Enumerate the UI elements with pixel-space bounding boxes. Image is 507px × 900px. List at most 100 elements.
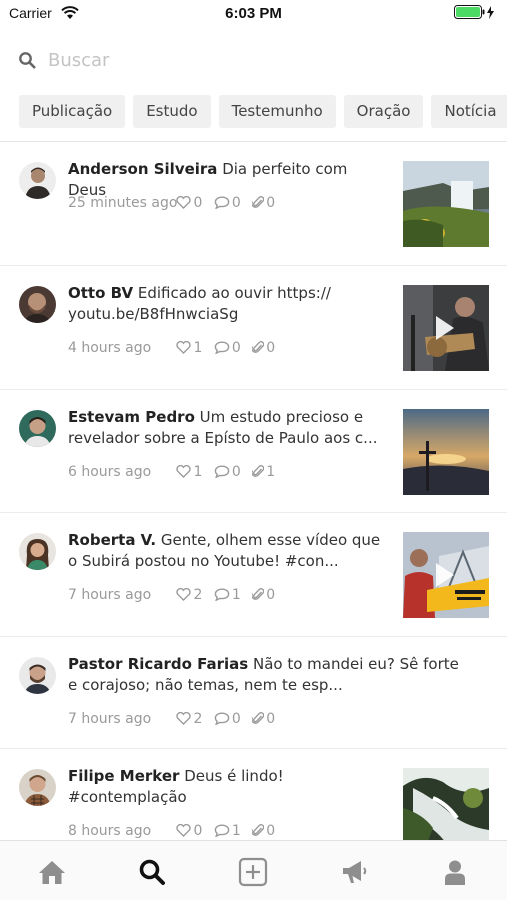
like-button[interactable]: 2 bbox=[176, 587, 202, 603]
attachment-count: 0 bbox=[266, 195, 276, 211]
attachment-button[interactable]: 0 bbox=[251, 587, 275, 603]
tab-announcements[interactable] bbox=[339, 857, 369, 887]
comment-count: 0 bbox=[231, 195, 241, 211]
post-time: 7 hours ago bbox=[68, 710, 152, 727]
tab-new-post[interactable] bbox=[238, 857, 268, 887]
post-text[interactable]: Estevam Pedro Um estudo precioso e revel… bbox=[68, 407, 388, 449]
comment-count: 0 bbox=[231, 710, 241, 727]
heart-icon bbox=[176, 464, 192, 478]
avatar[interactable] bbox=[19, 533, 56, 570]
paperclip-icon bbox=[251, 464, 265, 477]
comment-count: 0 bbox=[231, 340, 241, 356]
play-icon[interactable] bbox=[436, 316, 454, 340]
comment-button[interactable]: 0 bbox=[214, 711, 241, 727]
tab-bar bbox=[0, 840, 507, 900]
status-time: 6:03 PM bbox=[225, 5, 282, 22]
status-bar: Carrier 6:03 PM bbox=[0, 0, 507, 28]
search-icon bbox=[139, 859, 165, 885]
comment-button[interactable]: 1 bbox=[214, 823, 241, 839]
post-item[interactable]: Pastor Ricardo Farias Não to mandei eu? … bbox=[0, 637, 507, 749]
post-text[interactable]: Pastor Ricardo Farias Não to mandei eu? … bbox=[68, 654, 468, 696]
like-count: 1 bbox=[193, 340, 203, 356]
chip-publicacao[interactable]: Publicação bbox=[19, 95, 126, 128]
play-icon[interactable] bbox=[436, 563, 454, 587]
comment-button[interactable]: 1 bbox=[214, 587, 241, 603]
avatar[interactable] bbox=[19, 162, 56, 199]
paperclip-icon bbox=[251, 341, 265, 353]
chip-testemunho[interactable]: Testemunho bbox=[218, 95, 336, 128]
post-thumbnail[interactable] bbox=[403, 161, 489, 247]
author-name[interactable]: Anderson Silveira bbox=[68, 160, 217, 178]
post-text[interactable]: Roberta V. Gente, olhem esse vídeo que o… bbox=[68, 530, 388, 572]
post-text[interactable]: Otto BV Edificado ao ouvir https:// yout… bbox=[68, 283, 388, 325]
avatar[interactable] bbox=[19, 286, 56, 323]
post-thumbnail[interactable] bbox=[403, 285, 489, 371]
chip-oracao[interactable]: Oração bbox=[343, 95, 424, 128]
paperclip-icon bbox=[251, 196, 265, 208]
avatar[interactable] bbox=[19, 768, 56, 806]
attachment-count: 0 bbox=[266, 710, 276, 727]
post-meta: 6 hours ago 1 0 1 bbox=[68, 464, 282, 480]
like-button[interactable]: 0 bbox=[176, 823, 202, 839]
post-time: 25 minutes ago bbox=[68, 195, 178, 211]
author-name[interactable]: Roberta V. bbox=[68, 531, 156, 549]
post-time: 7 hours ago bbox=[68, 587, 152, 603]
home-icon bbox=[39, 861, 65, 884]
search-input[interactable] bbox=[48, 46, 468, 74]
heart-icon bbox=[176, 711, 192, 725]
comment-icon bbox=[214, 588, 230, 602]
attachment-button[interactable]: 0 bbox=[251, 822, 276, 839]
heart-icon bbox=[176, 587, 192, 601]
tab-search[interactable] bbox=[137, 857, 167, 887]
comment-icon bbox=[214, 711, 230, 726]
tab-home[interactable] bbox=[37, 857, 67, 887]
author-name[interactable]: Estevam Pedro bbox=[68, 408, 195, 426]
post-thumbnail[interactable] bbox=[403, 532, 489, 618]
like-button[interactable]: 1 bbox=[176, 464, 202, 480]
like-button[interactable]: 2 bbox=[176, 711, 202, 727]
comment-button[interactable]: 0 bbox=[214, 340, 241, 356]
author-name[interactable]: Pastor Ricardo Farias bbox=[68, 655, 248, 673]
post-item[interactable]: Filipe Merker Deus é lindo! #contemplaçã… bbox=[0, 749, 507, 840]
comment-count: 0 bbox=[231, 463, 241, 480]
post-text[interactable]: Filipe Merker Deus é lindo! #contemplaçã… bbox=[68, 766, 388, 808]
heart-icon bbox=[176, 340, 192, 354]
attachment-count: 0 bbox=[266, 822, 276, 839]
post-item[interactable]: Roberta V. Gente, olhem esse vídeo que o… bbox=[0, 513, 507, 637]
post-thumbnail[interactable] bbox=[403, 408, 489, 495]
like-button[interactable]: 0 bbox=[176, 195, 202, 211]
post-feed[interactable]: Anderson Silveira Dia perfeito com Deus … bbox=[0, 142, 507, 840]
attachment-button[interactable]: 0 bbox=[251, 710, 276, 727]
heart-icon bbox=[176, 823, 192, 837]
search-icon bbox=[18, 51, 36, 73]
post-time: 4 hours ago bbox=[68, 340, 152, 356]
paperclip-icon bbox=[251, 588, 265, 600]
attachment-button[interactable]: 0 bbox=[251, 195, 276, 211]
post-meta: 7 hours ago 2 0 0 bbox=[68, 711, 282, 727]
post-item[interactable]: Estevam Pedro Um estudo precioso e revel… bbox=[0, 390, 507, 513]
comment-count: 1 bbox=[231, 587, 241, 603]
attachment-count: 0 bbox=[266, 340, 276, 356]
like-count: 1 bbox=[193, 463, 203, 480]
comment-button[interactable]: 0 bbox=[214, 195, 241, 211]
battery-icon bbox=[454, 5, 498, 24]
chip-noticia[interactable]: Notícia bbox=[431, 95, 507, 128]
attachment-button[interactable]: 1 bbox=[251, 463, 276, 480]
avatar[interactable] bbox=[19, 656, 56, 694]
author-name[interactable]: Filipe Merker bbox=[68, 767, 179, 785]
attachment-count: 1 bbox=[266, 463, 276, 480]
category-filter-bar: Publicação Estudo Testemunho Oração Notícia bbox=[0, 95, 507, 128]
post-item[interactable]: Anderson Silveira Dia perfeito com Deus … bbox=[0, 142, 507, 266]
avatar[interactable] bbox=[19, 409, 56, 447]
paperclip-icon bbox=[251, 711, 265, 724]
tab-profile[interactable] bbox=[440, 857, 470, 887]
profile-icon bbox=[445, 860, 465, 885]
author-name[interactable]: Otto BV bbox=[68, 284, 133, 302]
attachment-button[interactable]: 0 bbox=[251, 340, 276, 356]
like-button[interactable]: 1 bbox=[176, 340, 202, 356]
post-thumbnail[interactable] bbox=[403, 767, 489, 840]
post-item[interactable]: Otto BV Edificado ao ouvir https:// yout… bbox=[0, 266, 507, 390]
post-time: 6 hours ago bbox=[68, 463, 152, 480]
chip-estudo[interactable]: Estudo bbox=[133, 95, 211, 128]
comment-button[interactable]: 0 bbox=[214, 464, 241, 480]
